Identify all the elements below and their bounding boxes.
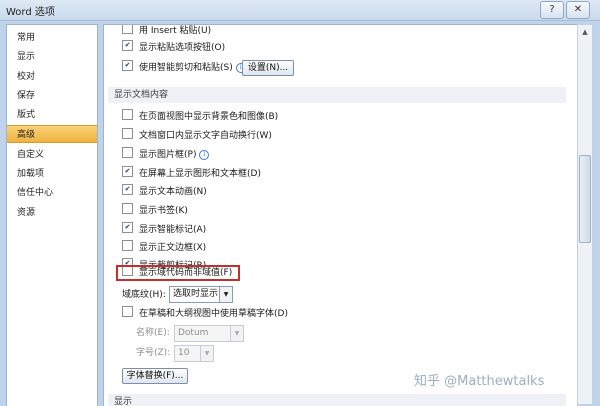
font-size-select[interactable]: 10 ▼ <box>174 345 214 362</box>
help-button[interactable]: ? <box>540 1 564 19</box>
field-shading-select[interactable]: 选取时显示 ▼ <box>169 286 233 303</box>
option-label: 显示智能标记(A) <box>139 225 207 235</box>
option-label: 在草稿和大纲视图中使用草稿字体(D) <box>139 309 288 319</box>
option-show-paste-options[interactable]: 显示粘贴选项按钮(O) <box>122 40 225 56</box>
vertical-scrollbar[interactable]: ▲ <box>577 24 593 405</box>
sidebar-item-proofing[interactable]: 校对 <box>7 68 97 86</box>
close-button[interactable]: ✕ <box>566 1 590 19</box>
option-label: 使用智能剪切和粘贴(S) <box>139 63 233 73</box>
option-label: 显示粘贴选项按钮(O) <box>139 43 226 53</box>
font-name-select[interactable]: Dotum ▼ <box>174 325 244 342</box>
scrollbar-thumb[interactable] <box>579 155 591 243</box>
option-label: 在屏幕上显示图形和文本框(D) <box>139 169 261 179</box>
checkbox[interactable] <box>122 147 133 158</box>
sidebar-item-resources[interactable]: 资源 <box>7 204 97 222</box>
font-size-label: 字号(Z): <box>136 348 171 358</box>
chevron-down-icon: ▼ <box>219 287 232 302</box>
chevron-down-icon: ▼ <box>230 326 243 341</box>
options-content: 用 Insert 粘贴(U) 显示粘贴选项按钮(O) 使用智能剪切和粘贴(S)i… <box>103 24 578 406</box>
sidebar-item-customize[interactable]: 自定义 <box>7 146 97 164</box>
checkbox[interactable] <box>122 25 133 34</box>
option-smart-tags[interactable]: 显示智能标记(A) <box>122 222 206 238</box>
field-shading-label: 域底纹(H): <box>122 290 166 300</box>
sidebar-item-display[interactable]: 显示 <box>7 48 97 66</box>
window-title: Word 选项 <box>6 7 55 18</box>
option-draft-font[interactable]: 在草稿和大纲视图中使用草稿字体(D) <box>122 306 288 322</box>
option-drawings-textboxes[interactable]: 在屏幕上显示图形和文本框(D) <box>122 166 261 182</box>
checkbox[interactable] <box>122 40 133 51</box>
option-label: 显示书签(K) <box>139 206 188 216</box>
sidebar-item-common[interactable]: 常用 <box>7 29 97 47</box>
chevron-down-icon: ▼ <box>200 346 213 361</box>
font-name-value: Dotum <box>178 328 209 338</box>
font-size-value: 10 <box>178 348 190 358</box>
option-label: 在页面视图中显示背景色和图像(B) <box>139 112 279 122</box>
font-substitution-button[interactable]: 字体替换(F)... <box>122 368 188 384</box>
option-use-insert[interactable]: 用 Insert 粘贴(U) <box>122 25 212 39</box>
settings-button[interactable]: 设置(N)... <box>242 60 294 76</box>
option-text-boundaries[interactable]: 显示正文边框(X) <box>122 240 206 256</box>
option-label: 显示图片框(P) <box>139 150 197 160</box>
option-label: 显示正文边框(X) <box>139 243 207 253</box>
checkbox[interactable] <box>122 109 133 120</box>
checkbox[interactable] <box>122 166 133 177</box>
option-smart-cut-paste[interactable]: 使用智能剪切和粘贴(S)i <box>122 60 246 76</box>
option-background-images[interactable]: 在页面视图中显示背景色和图像(B) <box>122 109 278 125</box>
sidebar-item-typography[interactable]: 版式 <box>7 106 97 124</box>
info-icon: i <box>199 150 210 160</box>
sidebar-item-advanced[interactable]: 高级 <box>7 125 97 143</box>
option-bookmarks[interactable]: 显示书签(K) <box>122 203 188 219</box>
option-label: 显示文本动画(N) <box>139 187 207 197</box>
sidebar-item-save[interactable]: 保存 <box>7 87 97 105</box>
watermark: 知乎 @Matthewtalks <box>414 374 545 389</box>
checkbox[interactable] <box>122 222 133 233</box>
checkbox[interactable] <box>122 184 133 195</box>
section-header-document-content: 显示文档内容 <box>108 87 566 103</box>
checkbox[interactable] <box>122 240 133 251</box>
sidebar: 常用 显示 校对 保存 版式 高级 自定义 加载项 信任中心 资源 <box>6 24 98 406</box>
checkbox[interactable] <box>122 306 133 317</box>
option-wrap-text[interactable]: 文档窗口内显示文字自动换行(W) <box>122 128 272 144</box>
font-name-label: 名称(E): <box>136 328 170 338</box>
option-picture-placeholders[interactable]: 显示图片框(P) i <box>122 147 210 163</box>
section-header-display: 显示 <box>108 394 566 406</box>
sidebar-item-trust-center[interactable]: 信任中心 <box>7 184 97 202</box>
field-shading-value: 选取时显示 <box>173 289 219 299</box>
checkbox[interactable] <box>122 60 133 71</box>
checkbox[interactable] <box>122 128 133 139</box>
option-text-animation[interactable]: 显示文本动画(N) <box>122 184 207 200</box>
title-bar: Word 选项 ? ✕ <box>0 0 600 21</box>
option-label: 用 Insert 粘贴(U) <box>139 26 212 36</box>
option-label: 文档窗口内显示文字自动换行(W) <box>139 131 272 141</box>
highlight-annotation <box>116 265 240 281</box>
checkbox[interactable] <box>122 203 133 214</box>
sidebar-item-addins[interactable]: 加载项 <box>7 165 97 183</box>
scroll-up-icon[interactable]: ▲ <box>578 25 592 39</box>
